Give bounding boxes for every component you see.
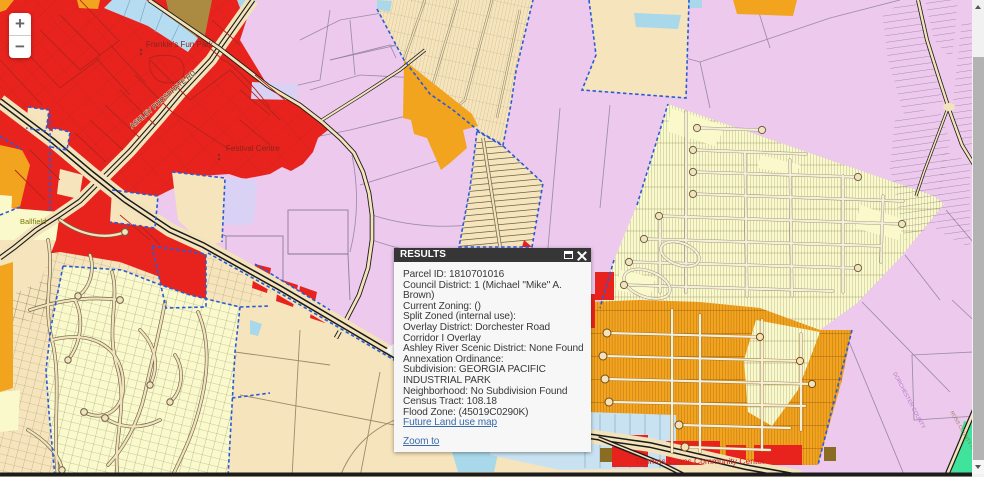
svg-text:Festival Centre: Festival Centre [226,144,280,153]
svg-text:Thomas Evans Community Center: Thomas Evans Community Center [635,456,765,466]
svg-text:Frankie's Fun Park: Frankie's Fun Park [146,40,214,49]
svg-text:Ballfield: Ballfield [20,217,46,226]
